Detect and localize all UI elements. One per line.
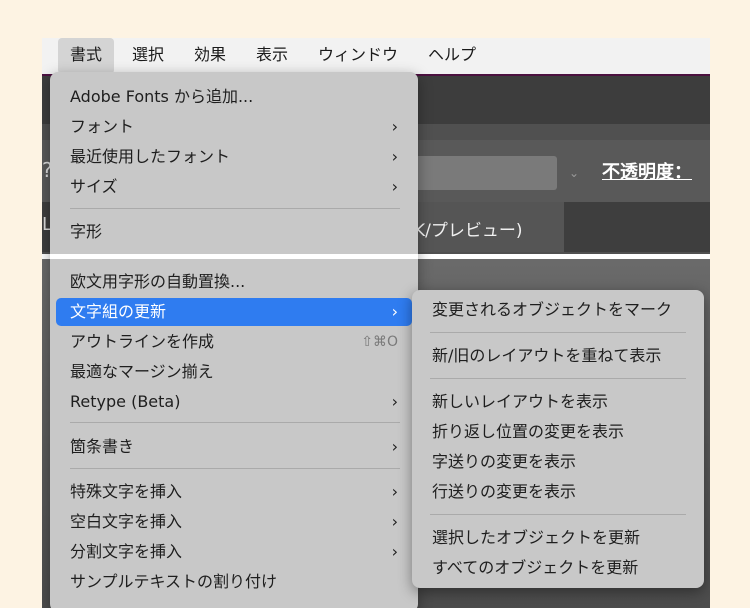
menu-item-optical-margin[interactable]: 最適なマージン揃え — [56, 358, 412, 386]
menubar-item-help[interactable]: ヘルプ — [416, 38, 488, 74]
menu-item-label: 最近使用したフォント — [70, 147, 231, 166]
chevron-right-icon: › — [391, 512, 398, 531]
menu-item-glyphs[interactable]: 字形 — [56, 218, 412, 246]
menu-item-create-outlines[interactable]: アウトラインを作成 ⇧⌘O — [56, 328, 412, 356]
menu-item-label: Adobe Fonts から追加... — [70, 87, 254, 106]
chevron-right-icon: › — [391, 147, 398, 166]
menu-item-recent-fonts[interactable]: 最近使用したフォント › — [56, 143, 412, 171]
submenu-item-show-leading-changes[interactable]: 行送りの変更を表示 — [432, 478, 576, 506]
app-window: ? ⌄ 不透明度： L K/プレビュー) 書式 選択 効果 表示 ウィンドウ ヘ… — [42, 38, 710, 608]
menu-divider-band — [50, 254, 418, 259]
opacity-label[interactable]: 不透明度： — [602, 158, 692, 184]
menu-item-label: 分割文字を挿入 — [70, 542, 183, 561]
submenu-item-mark-changed[interactable]: 変更されるオブジェクトをマーク — [432, 296, 672, 324]
chevron-right-icon: › — [391, 302, 398, 321]
menu-separator — [70, 208, 400, 209]
menu-item-label: サイズ — [70, 177, 118, 196]
menu-item-font[interactable]: フォント › — [56, 113, 412, 141]
menu-item-insert-whitespace[interactable]: 空白文字を挿入 › — [56, 508, 412, 536]
menu-item-label: 空白文字を挿入 — [70, 512, 183, 531]
keyboard-shortcut: ⇧⌘O — [361, 334, 398, 350]
update-composition-submenu: 変更されるオブジェクトをマーク 新/旧のレイアウトを重ねて表示 新しいレイアウト… — [412, 290, 704, 588]
menubar-item-select[interactable]: 選択 — [120, 38, 176, 74]
menu-item-label: 特殊文字を挿入 — [70, 482, 183, 501]
menu-bar: 書式 選択 効果 表示 ウィンドウ ヘルプ — [42, 38, 710, 76]
menu-item-label: 箇条書き — [70, 437, 135, 456]
menubar-item-view[interactable]: 表示 — [244, 38, 300, 74]
submenu-separator — [430, 332, 686, 333]
chevron-right-icon: › — [391, 117, 398, 136]
menu-item-insert-break[interactable]: 分割文字を挿入 › — [56, 538, 412, 566]
screenshot-frame: ? ⌄ 不透明度： L K/プレビュー) 書式 選択 効果 表示 ウィンドウ ヘ… — [0, 0, 750, 608]
chevron-right-icon: › — [391, 542, 398, 561]
chevron-right-icon: › — [391, 177, 398, 196]
chevron-right-icon: › — [391, 482, 398, 501]
menu-item-update-composition[interactable]: 文字組の更新 › — [56, 298, 412, 326]
menu-item-label: サンプルテキストの割り付け — [70, 572, 278, 591]
menu-separator — [70, 468, 400, 469]
opacity-dropdown[interactable] — [402, 156, 557, 190]
menu-item-fill-placeholder[interactable]: サンプルテキストの割り付け — [56, 568, 412, 596]
chevron-down-icon[interactable]: ⌄ — [562, 156, 586, 190]
menu-item-retype[interactable]: Retype (Beta) › — [56, 388, 412, 416]
menu-item-label: 欧文用字形の自動置換... — [70, 272, 246, 291]
submenu-item-overlay-layouts[interactable]: 新/旧のレイアウトを重ねて表示 — [432, 342, 661, 370]
chevron-right-icon: › — [391, 392, 398, 411]
submenu-item-update-selected[interactable]: 選択したオブジェクトを更新 — [432, 524, 640, 552]
menu-item-label: 文字組の更新 — [70, 302, 167, 321]
submenu-item-show-tracking-changes[interactable]: 字送りの変更を表示 — [432, 448, 576, 476]
menubar-item-effect[interactable]: 効果 — [182, 38, 238, 74]
menu-item-insert-special-char[interactable]: 特殊文字を挿入 › — [56, 478, 412, 506]
menu-item-label: アウトラインを作成 — [70, 332, 215, 351]
format-menu: Adobe Fonts から追加... フォント › 最近使用したフォント › サイ… — [50, 72, 418, 608]
menu-item-auto-replace-glyphs[interactable]: 欧文用字形の自動置換... — [56, 268, 412, 296]
menu-separator — [70, 422, 400, 423]
menu-item-label: フォント — [70, 117, 135, 136]
menu-item-size[interactable]: サイズ › — [56, 173, 412, 201]
menu-item-label: 字形 — [70, 222, 103, 241]
menubar-item-format[interactable]: 書式 — [58, 38, 115, 74]
menu-item-label: Retype (Beta) — [70, 392, 181, 411]
menu-item-label: 最適なマージン揃え — [70, 362, 214, 381]
menu-item-adobe-fonts[interactable]: Adobe Fonts から追加... — [56, 83, 412, 111]
submenu-separator — [430, 514, 686, 515]
submenu-separator — [430, 378, 686, 379]
document-tab-label: K/プレビュー) — [414, 221, 523, 241]
submenu-item-show-new-layout[interactable]: 新しいレイアウトを表示 — [432, 388, 608, 416]
submenu-item-update-all[interactable]: すべてのオブジェクトを更新 — [432, 554, 638, 582]
chevron-right-icon: › — [391, 437, 398, 456]
menubar-item-window[interactable]: ウィンドウ — [306, 38, 410, 74]
menu-item-bullets[interactable]: 箇条書き › — [56, 433, 412, 461]
submenu-item-show-wrap-changes[interactable]: 折り返し位置の変更を表示 — [432, 418, 624, 446]
